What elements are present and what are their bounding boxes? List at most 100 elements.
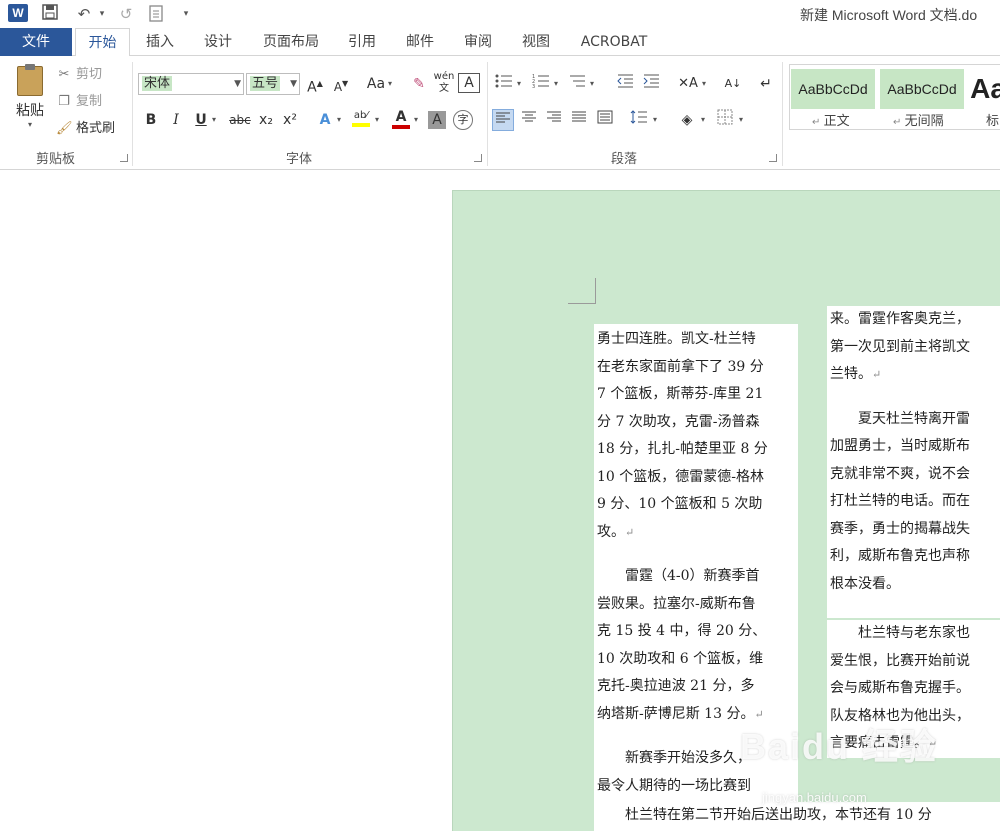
style-normal[interactable]: AaBbCcDd: [791, 69, 875, 109]
underline-button[interactable]: U: [190, 109, 212, 131]
tab-review[interactable]: 审阅: [458, 28, 498, 56]
paintbrush-icon: 🖌: [56, 121, 73, 136]
decrease-indent-icon[interactable]: [614, 73, 636, 95]
text-line: 夏天杜兰特离开雷: [830, 410, 970, 427]
text-bottom-line[interactable]: 杜兰特在第二节开始后送出助攻，本节还有 10 分: [594, 802, 1000, 831]
multilevel-list-icon[interactable]: [566, 73, 588, 95]
strikethrough-button[interactable]: abc: [226, 109, 254, 131]
chevron-down-icon[interactable]: ▾: [414, 109, 418, 131]
chinese-layout-icon[interactable]: ✕A: [675, 73, 701, 95]
chevron-down-icon[interactable]: ▾: [701, 109, 705, 131]
paragraph-launcher-icon[interactable]: [769, 154, 777, 162]
tab-references[interactable]: 引用: [342, 28, 382, 56]
tab-view[interactable]: 视图: [516, 28, 556, 56]
chevron-down-icon[interactable]: ▾: [212, 109, 216, 131]
divider: [487, 62, 488, 166]
numbering-icon[interactable]: 123: [530, 73, 552, 95]
text-line: [597, 546, 798, 563]
chevron-down-icon[interactable]: ▼: [234, 74, 241, 94]
chevron-down-icon[interactable]: ▼: [290, 74, 297, 94]
paragraph-mark-icon: ↵: [812, 117, 824, 128]
format-painter-label: 格式刷: [76, 121, 116, 136]
clear-formatting-icon[interactable]: ✎: [408, 73, 430, 95]
superscript-button[interactable]: x²: [279, 109, 301, 131]
text-line: 赛季，勇士的揭幕战失: [830, 520, 970, 537]
text-line: 雷霆（4-0）新赛季首: [597, 568, 760, 584]
font-color-button[interactable]: A: [390, 109, 412, 131]
redo-icon[interactable]: ↺: [116, 4, 136, 24]
chevron-down-icon[interactable]: ▾: [375, 109, 379, 131]
subscript-button[interactable]: x₂: [255, 109, 277, 131]
font-name-combo[interactable]: 宋体 ▼: [138, 73, 244, 95]
clipboard-launcher-icon[interactable]: [120, 154, 128, 162]
style-heading[interactable]: Aa: [968, 69, 1000, 109]
character-border-icon[interactable]: A: [458, 73, 480, 93]
justify-button[interactable]: [568, 109, 590, 131]
grow-font-button[interactable]: A▲: [304, 73, 326, 96]
font-launcher-icon[interactable]: [474, 154, 482, 162]
word-logo-icon[interactable]: W: [8, 4, 28, 22]
text-line: 7 个篮板，斯蒂芬-库里 21: [597, 386, 764, 402]
tab-design[interactable]: 设计: [198, 28, 238, 56]
chevron-down-icon[interactable]: ▾: [517, 73, 521, 95]
paste-button[interactable]: 粘贴 ▾: [10, 64, 50, 136]
paragraph-group-label: 段落: [611, 152, 638, 167]
change-case-icon: Aa: [366, 76, 386, 92]
shading-icon[interactable]: ◈: [676, 109, 698, 131]
style-normal-label: ↵ 正文: [812, 114, 850, 129]
text-line: 尝败果。拉塞尔-威斯布鲁: [597, 595, 756, 612]
scissors-icon: ✂: [58, 67, 70, 82]
chevron-down-icon[interactable]: ▾: [337, 109, 341, 131]
undo-dropdown-icon[interactable]: ▾: [92, 4, 112, 24]
bullets-icon[interactable]: [493, 73, 515, 95]
style-no-spacing[interactable]: AaBbCcDd: [880, 69, 964, 109]
copy-label: 复制: [76, 94, 103, 109]
baidu-watermark: Baidu 经验: [740, 726, 939, 767]
format-painter-button[interactable]: 🖌 格式刷: [56, 118, 115, 140]
character-shading-icon[interactable]: A: [428, 111, 446, 129]
text-line: 9 分、10 个篮板和 5 次助: [597, 496, 763, 512]
chevron-down-icon[interactable]: ▾: [388, 73, 392, 95]
chevron-down-icon[interactable]: ▾: [590, 73, 594, 95]
tab-home[interactable]: 开始: [75, 28, 130, 57]
style-no-spacing-label: ↵ 无间隔: [893, 114, 944, 129]
increase-indent-icon[interactable]: [640, 73, 662, 95]
highlight-color-button[interactable]: ab⁄: [350, 109, 372, 131]
borders-icon[interactable]: [714, 109, 736, 131]
align-right-button[interactable]: [543, 109, 565, 131]
font-name-value: 宋体: [142, 76, 173, 91]
chevron-down-icon[interactable]: ▾: [739, 109, 743, 131]
touch-mode-icon[interactable]: [146, 4, 166, 24]
align-left-button[interactable]: [492, 109, 514, 131]
tab-mailings[interactable]: 邮件: [400, 28, 440, 56]
paste-label: 粘贴: [16, 103, 44, 119]
chevron-down-icon[interactable]: ▾: [653, 109, 657, 131]
shrink-font-button[interactable]: A▼: [330, 73, 352, 95]
customize-qat-icon[interactable]: ▾: [176, 4, 196, 24]
save-icon[interactable]: [40, 4, 60, 24]
chevron-down-icon[interactable]: ▾: [702, 73, 706, 95]
tab-file[interactable]: 文件: [0, 28, 72, 56]
tab-acrobat[interactable]: ACROBAT: [574, 28, 654, 56]
chevron-down-icon[interactable]: ▾: [554, 73, 558, 95]
text-column-2[interactable]: 来。雷霆作客奥克兰， 第一次见到前主将凯文 兰特。↵ 夏天杜兰特离开雷 加盟勇士…: [827, 306, 1000, 618]
phonetic-guide-icon[interactable]: wén 文: [433, 71, 455, 94]
align-center-button[interactable]: [518, 109, 540, 131]
show-marks-icon[interactable]: ↵: [755, 73, 777, 95]
text-line: 勇士四连胜。凯文-杜兰特: [597, 331, 756, 347]
paste-dropdown-icon[interactable]: ▾: [10, 120, 50, 129]
font-size-combo[interactable]: 五号 ▼: [246, 73, 300, 95]
copy-button[interactable]: ❐ 复制: [56, 91, 102, 113]
tab-insert[interactable]: 插入: [140, 28, 180, 56]
tab-page-layout[interactable]: 页面布局: [256, 28, 326, 56]
italic-button[interactable]: I: [165, 109, 187, 131]
text-effects-icon[interactable]: A: [314, 109, 336, 131]
enclose-characters-icon[interactable]: 字: [453, 110, 473, 130]
change-case-button[interactable]: Aa: [362, 73, 390, 95]
bold-button[interactable]: B: [140, 109, 162, 131]
undo-icon[interactable]: ↶: [74, 4, 94, 24]
line-spacing-icon[interactable]: [628, 109, 650, 131]
sort-icon[interactable]: A↓: [722, 73, 744, 95]
distributed-icon[interactable]: [594, 109, 616, 131]
cut-button[interactable]: ✂ 剪切: [56, 64, 102, 86]
